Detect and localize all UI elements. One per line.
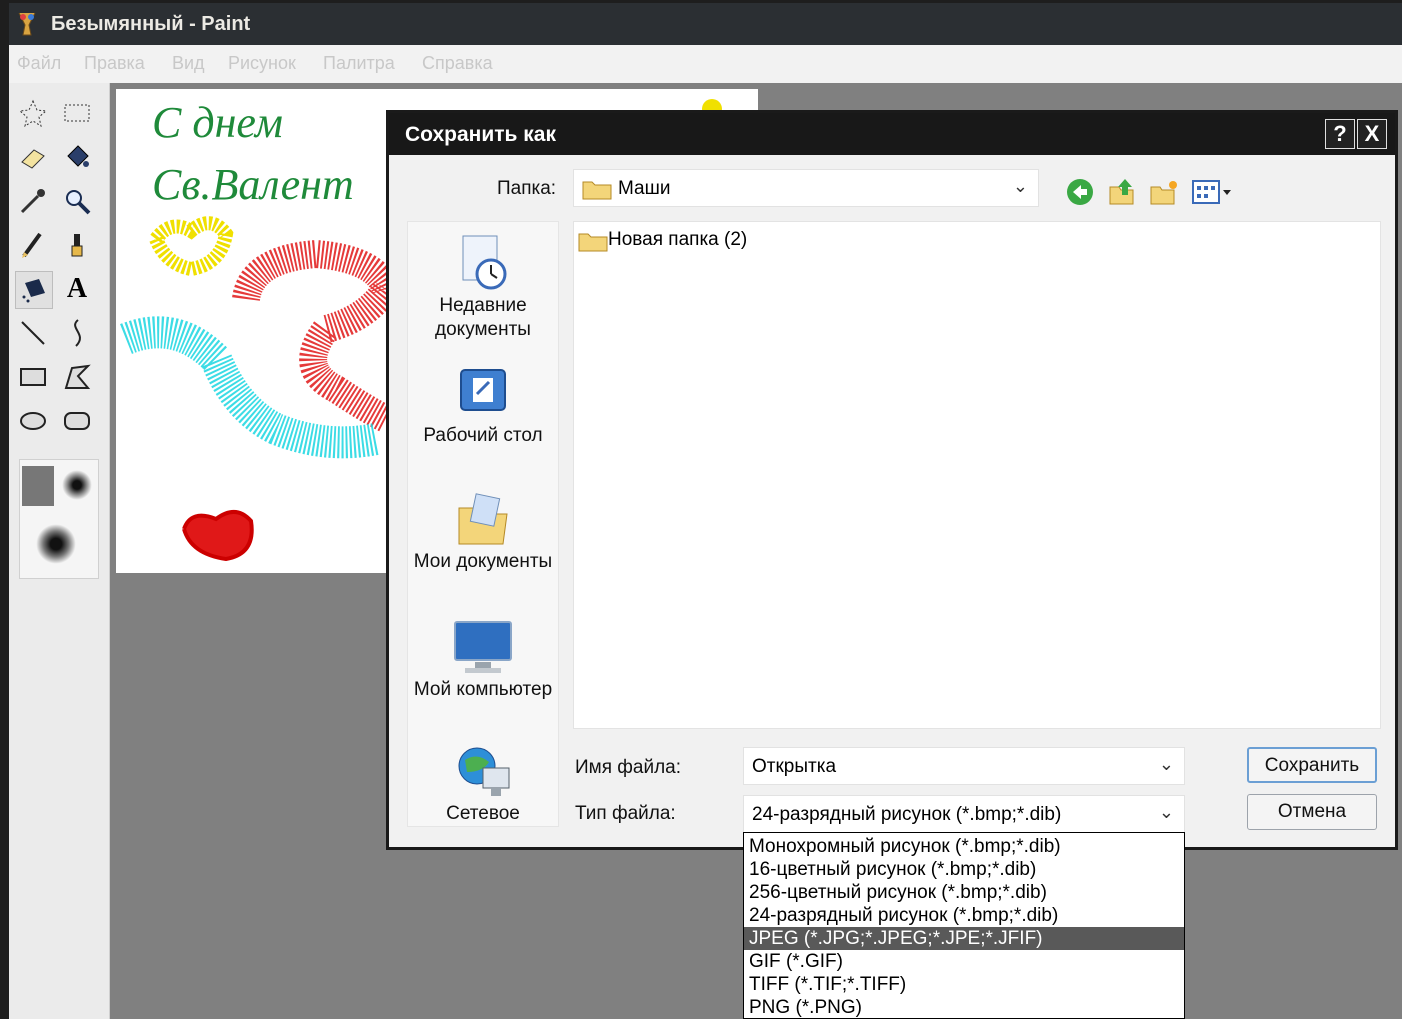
place-desktop-label: Рабочий стол	[423, 425, 543, 446]
window-title: Безымянный - Paint	[51, 13, 251, 35]
spray-medium-option[interactable]	[62, 470, 92, 500]
menu-palette[interactable]: Палитра	[323, 53, 395, 74]
up-folder-icon[interactable]	[1107, 177, 1137, 207]
new-folder-icon[interactable]	[1149, 177, 1179, 207]
chevron-down-icon[interactable]: ⌄	[1159, 754, 1174, 775]
places-bar: Недавние документы Рабочий стол Мои доку…	[407, 221, 559, 827]
airbrush-icon[interactable]	[15, 271, 53, 309]
menu-image[interactable]: Рисунок	[228, 53, 296, 74]
filetype-label: Тип файла:	[575, 803, 676, 824]
filetype-dropdown-list[interactable]: Монохромный рисунок (*.bmp;*.dib) 16-цве…	[743, 832, 1185, 1019]
view-menu-icon[interactable]	[1191, 177, 1235, 207]
chevron-down-icon[interactable]: ⌄	[1159, 802, 1174, 823]
title-bar: Безымянный - Paint	[9, 3, 1402, 45]
my-documents-icon	[453, 490, 513, 548]
dialog-title: Сохранить как	[405, 123, 556, 146]
pencil-icon[interactable]	[15, 227, 51, 263]
paint-app-icon	[18, 12, 36, 36]
file-list[interactable]: Новая папка (2)	[573, 221, 1381, 729]
brush-icon[interactable]	[59, 227, 95, 263]
curve-icon[interactable]	[59, 315, 95, 351]
rect-select-icon[interactable]	[59, 95, 95, 131]
toolbox: A	[9, 83, 110, 1019]
save-as-dialog: Сохранить как ? X Папка: Маши ⌄ Недавние…	[386, 110, 1398, 850]
back-icon[interactable]	[1065, 177, 1095, 207]
filetype-value: 24-разрядный рисунок (*.bmp;*.dib)	[752, 804, 1062, 825]
spray-small-option[interactable]	[22, 466, 54, 506]
filetype-option[interactable]: 256-цветный рисунок (*.bmp;*.dib)	[744, 881, 1184, 904]
filetype-option[interactable]: 24-разрядный рисунок (*.bmp;*.dib)	[744, 904, 1184, 927]
menu-file[interactable]: Файл	[17, 53, 61, 74]
recent-documents-icon	[453, 234, 513, 292]
place-my-computer[interactable]: Мой компьютер	[408, 618, 558, 702]
picker-icon[interactable]	[15, 183, 51, 219]
rounded-rect-icon[interactable]	[59, 403, 95, 439]
filetype-option[interactable]: GIF (*.GIF)	[744, 950, 1184, 973]
folder-icon	[582, 181, 612, 200]
filetype-select[interactable]: 24-разрядный рисунок (*.bmp;*.dib) ⌄	[743, 795, 1185, 833]
network-icon	[453, 742, 513, 800]
folder-label: Папка:	[497, 178, 557, 199]
cancel-button[interactable]: Отмена	[1247, 794, 1377, 830]
desktop-icon	[453, 364, 513, 422]
menu-help[interactable]: Справка	[422, 53, 493, 74]
my-computer-icon	[453, 618, 513, 676]
ellipse-icon[interactable]	[15, 403, 51, 439]
place-desktop[interactable]: Рабочий стол	[408, 364, 558, 448]
free-select-icon[interactable]	[15, 95, 51, 131]
magnifier-icon[interactable]	[59, 183, 95, 219]
filetype-option[interactable]: Монохромный рисунок (*.bmp;*.dib)	[744, 835, 1184, 858]
help-button[interactable]: ?	[1325, 119, 1355, 149]
save-button[interactable]: Сохранить	[1247, 747, 1377, 783]
menu-bar: Файл Правка Вид Рисунок Палитра Справка	[9, 45, 1402, 83]
place-recent-label: Недавние документы	[435, 295, 531, 340]
place-network[interactable]: Сетевое	[408, 742, 558, 826]
rectangle-icon[interactable]	[15, 359, 51, 395]
place-network-label: Сетевое	[446, 803, 520, 824]
filename-value: Открытка	[752, 756, 837, 777]
dialog-title-bar: Сохранить как ? X	[389, 113, 1395, 155]
menu-edit[interactable]: Правка	[84, 53, 145, 74]
menu-view[interactable]: Вид	[172, 53, 205, 74]
folder-icon	[578, 233, 608, 252]
place-my-documents[interactable]: Мои документы	[408, 490, 558, 574]
chevron-down-icon: ⌄	[1012, 176, 1028, 196]
place-my-computer-label: Мой компьютер	[413, 679, 553, 700]
place-recent[interactable]: Недавние документы	[408, 234, 558, 342]
place-my-documents-label: Мои документы	[413, 551, 553, 572]
eraser-icon[interactable]	[15, 139, 51, 175]
text-icon[interactable]: A	[59, 271, 95, 307]
fill-icon[interactable]	[59, 139, 95, 175]
filetype-option[interactable]: PNG (*.PNG)	[744, 996, 1184, 1018]
filetype-option[interactable]: 16-цветный рисунок (*.bmp;*.dib)	[744, 858, 1184, 881]
folder-value: Маши	[618, 178, 671, 199]
tool-options	[19, 459, 99, 579]
filetype-option[interactable]: TIFF (*.TIF;*.TIFF)	[744, 973, 1184, 996]
list-item-label: Новая папка (2)	[608, 229, 748, 250]
line-icon[interactable]	[15, 315, 51, 351]
filetype-option-selected[interactable]: JPEG (*.JPG;*.JPEG;*.JPE;*.JFIF)	[744, 927, 1184, 950]
filename-field[interactable]: Открытка ⌄	[743, 747, 1185, 785]
close-button[interactable]: X	[1357, 119, 1387, 149]
spray-large-option[interactable]	[36, 524, 76, 564]
folder-select[interactable]: Маши ⌄	[573, 169, 1039, 207]
polygon-icon[interactable]	[59, 359, 95, 395]
filename-label: Имя файла:	[575, 757, 682, 778]
